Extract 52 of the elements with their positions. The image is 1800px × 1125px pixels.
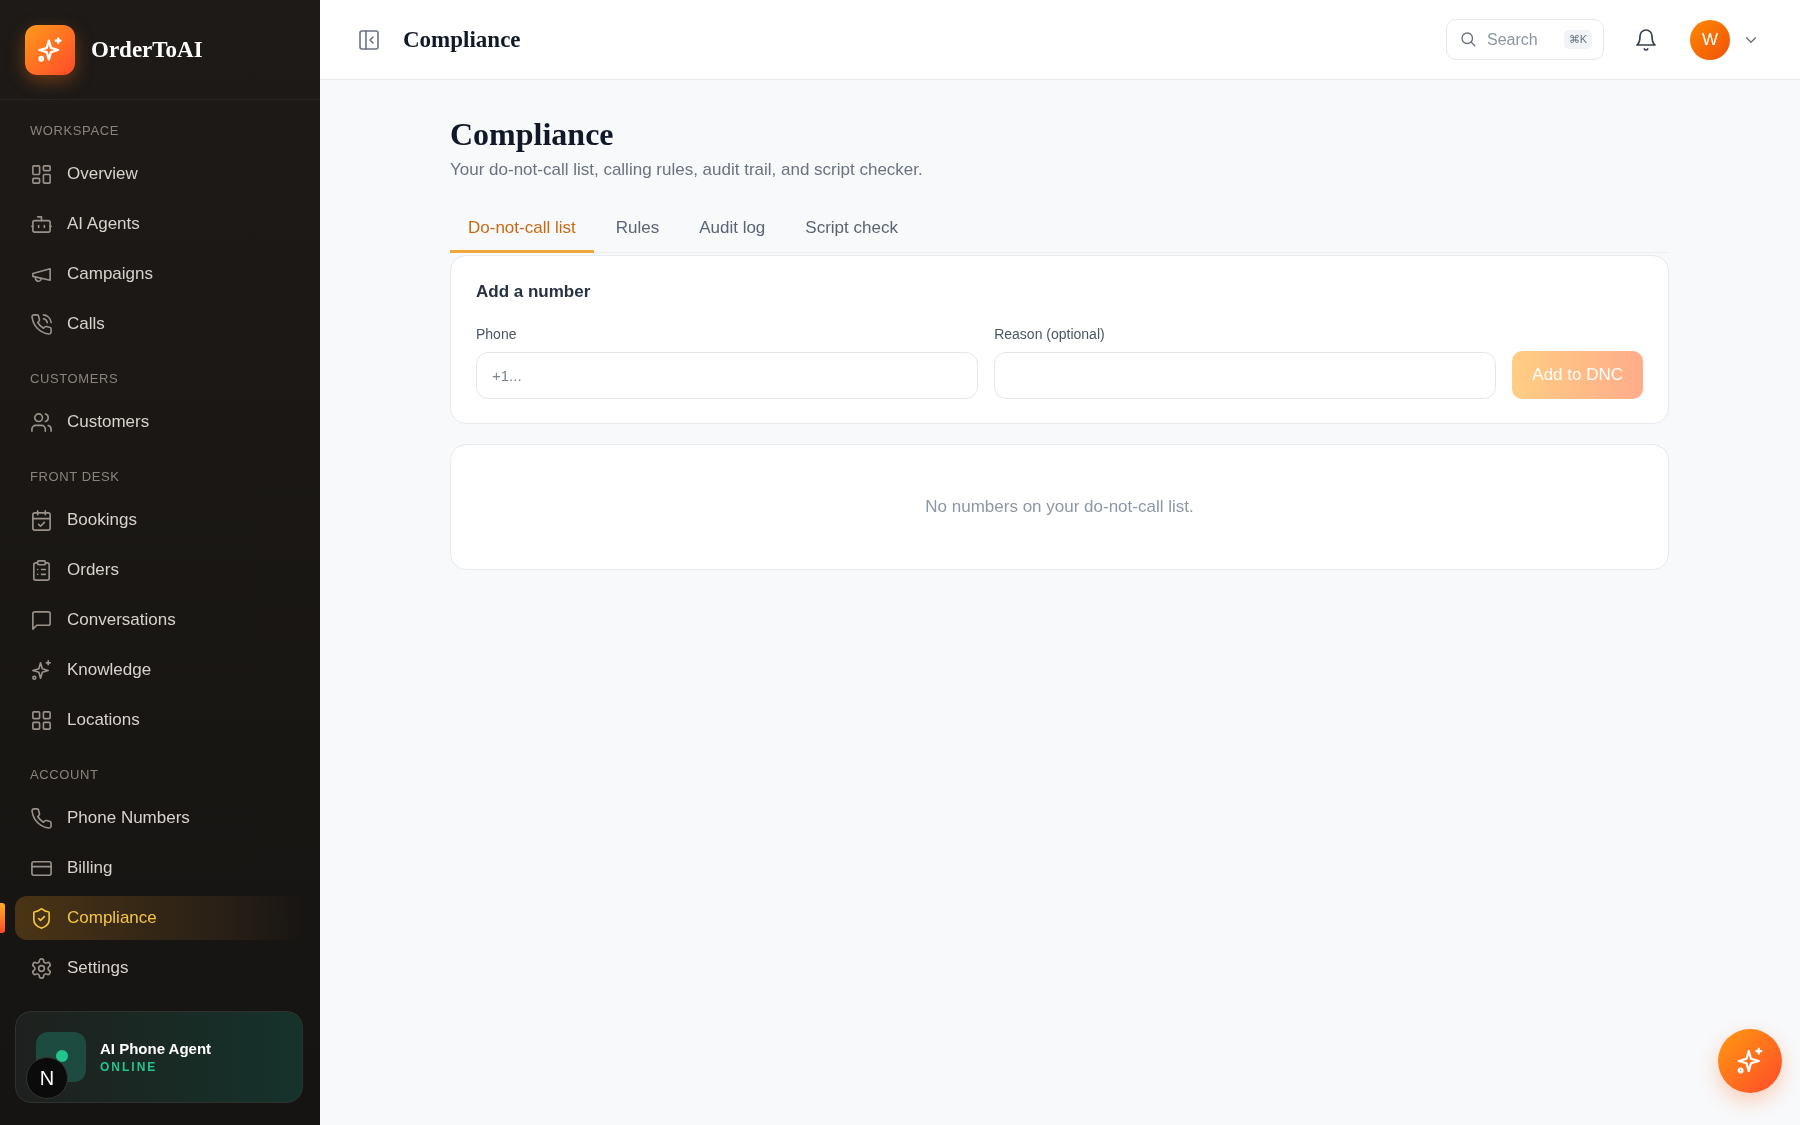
chat-icon [30, 608, 53, 632]
dashboard-icon [30, 162, 53, 186]
shield-check-icon [30, 906, 53, 930]
grid-icon [30, 708, 53, 732]
nav-item[interactable]: Phone Numbers [15, 796, 305, 840]
nav-item[interactable]: Calls [15, 302, 305, 346]
input-field[interactable] [994, 352, 1497, 399]
calendar-icon [30, 508, 53, 532]
nav-item[interactable]: Orders [15, 548, 305, 592]
nav-item[interactable]: Billing [15, 846, 305, 890]
nav-item[interactable]: AI Agents [15, 202, 305, 246]
brand-name: OrderToAI [91, 36, 203, 63]
nav-item[interactable]: Overview [15, 152, 305, 196]
nav-item[interactable]: Customers [15, 400, 305, 444]
input-field[interactable]: +1... [476, 352, 979, 399]
assistant-button[interactable] [1718, 1029, 1782, 1093]
agent-name: AI Phone Agent [100, 1040, 212, 1057]
clipboard-icon [30, 558, 53, 582]
empty-state-message: No numbers on your do-not-call list. [925, 497, 1194, 517]
tab[interactable]: Rules [597, 210, 678, 253]
sidebar-toggle-icon[interactable] [357, 27, 381, 52]
tab[interactable]: Script check [787, 210, 916, 253]
nav-item[interactable]: Settings [15, 946, 305, 990]
search-icon [1459, 30, 1477, 48]
active-indicator [0, 903, 5, 933]
sparkle-icon [1735, 1046, 1765, 1076]
dev-badge[interactable]: N [26, 1057, 68, 1099]
phone-icon [30, 806, 53, 830]
section-label: ACCOUNT [29, 766, 100, 784]
notifications-icon[interactable] [1634, 27, 1658, 52]
nav-item[interactable]: Knowledge [15, 648, 305, 692]
field-label: Phone [476, 326, 518, 342]
agent-status: ONLINE [100, 1060, 159, 1074]
users-icon [30, 410, 53, 434]
card-heading: Add a number [476, 282, 592, 302]
page-title: Compliance [450, 115, 615, 154]
field-label: Reason (optional) [994, 326, 1106, 342]
settings-icon [30, 956, 53, 980]
header-title: Compliance [403, 26, 521, 53]
nav-item[interactable]: Bookings [15, 498, 305, 542]
shortcut-hint: ⌘K [1563, 30, 1592, 49]
nav-item[interactable]: Locations [15, 698, 305, 742]
logo-icon [25, 24, 75, 75]
section-label: FRONT DESK [29, 468, 121, 486]
phone-icon [30, 312, 53, 336]
page-subtitle: Your do-not-call list, calling rules, audit trail, and script checker. [450, 160, 924, 180]
section-label: CUSTOMERS [29, 370, 120, 388]
nav-item[interactable]: Campaigns [15, 252, 305, 296]
tab[interactable]: Audit log [681, 210, 784, 253]
sparkle-icon [30, 658, 53, 682]
nav-item[interactable]: Conversations [15, 598, 305, 642]
section-label: WORKSPACE [29, 122, 120, 140]
